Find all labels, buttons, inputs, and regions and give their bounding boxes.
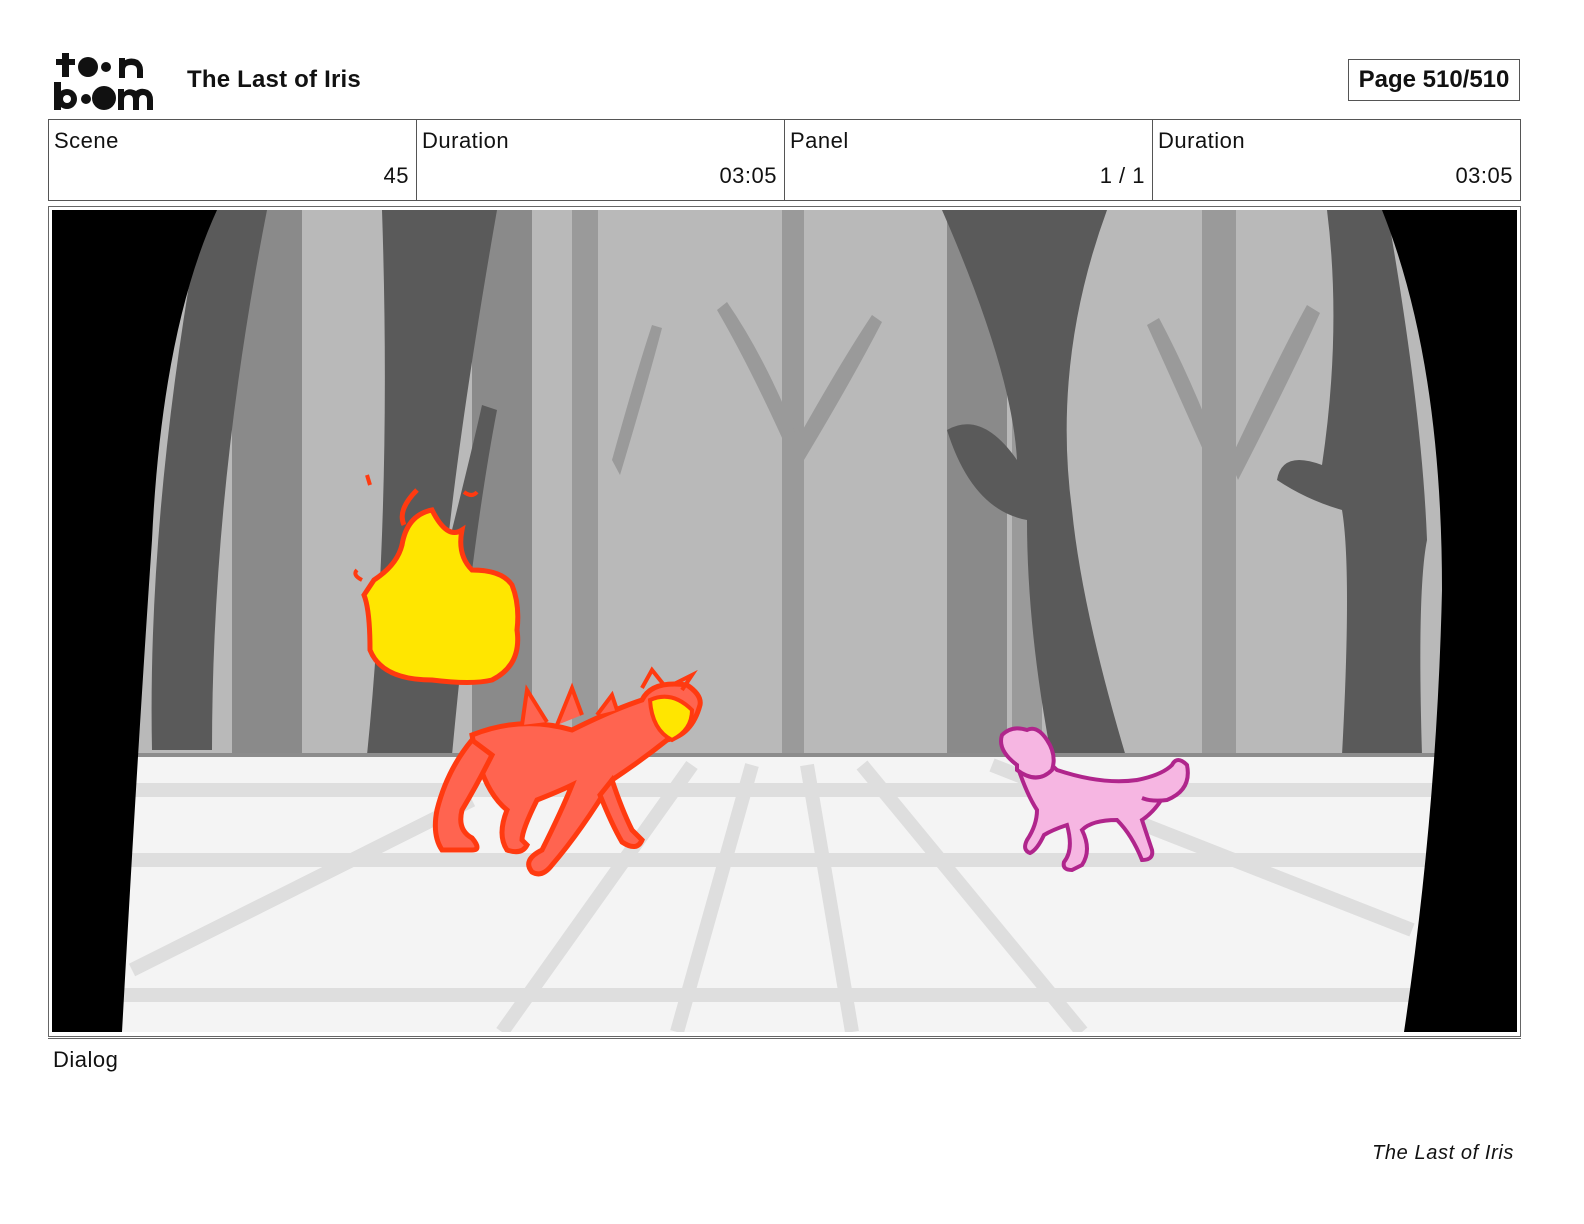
scene-info-table: Scene 45 Duration 03:05 Panel 1 / 1 Dura… (48, 119, 1521, 201)
page-number-badge: Page 510/510 (1348, 59, 1520, 101)
dialog-label: Dialog (53, 1047, 119, 1072)
scene-duration-label: Duration (422, 128, 510, 153)
dialog-divider (48, 1038, 1521, 1039)
scene-duration-value: 03:05 (719, 163, 777, 188)
scene-duration-cell: Duration 03:05 (417, 120, 785, 200)
panel-duration-label: Duration (1158, 128, 1246, 153)
panel-value: 1 / 1 (1099, 163, 1145, 188)
panel-duration-value: 03:05 (1455, 163, 1513, 188)
document-title: The Last of Iris (187, 66, 361, 93)
panel-label: Panel (790, 128, 849, 153)
scene-label: Scene (54, 128, 119, 153)
footer-title: The Last of Iris (1372, 1142, 1514, 1164)
panel-duration-cell: Duration 03:05 (1153, 120, 1520, 200)
scene-value: 45 (383, 163, 409, 188)
storyboard-panel-image (52, 210, 1517, 1032)
panel-cell: Panel 1 / 1 (785, 120, 1153, 200)
toonboom-logo (52, 50, 164, 112)
scene-cell: Scene 45 (49, 120, 417, 200)
